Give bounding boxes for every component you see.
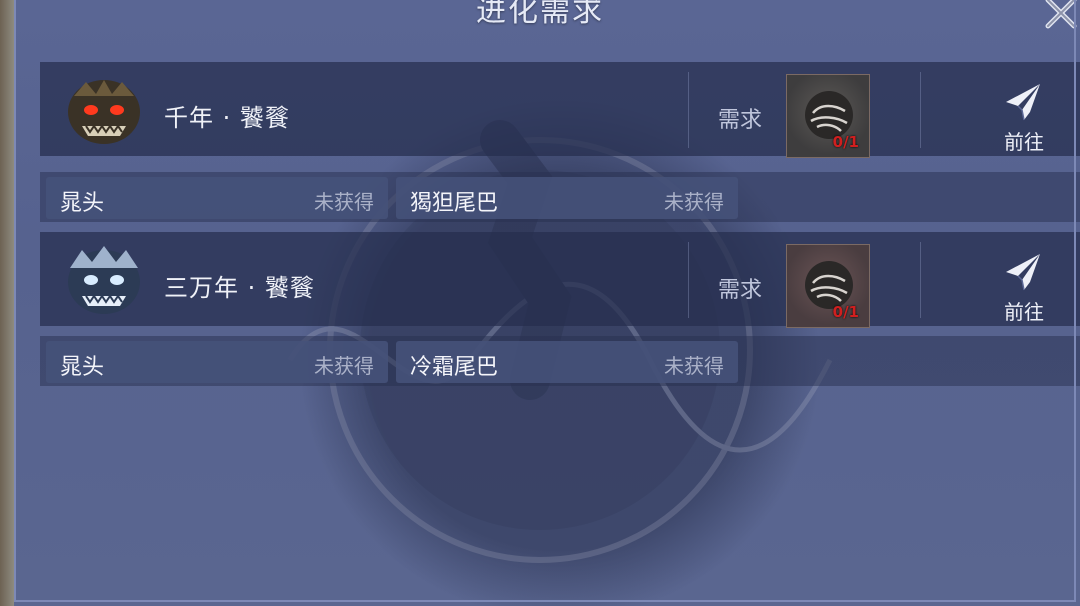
goto-label: 前往 <box>1004 130 1044 154</box>
part-status: 未获得 <box>314 354 374 378</box>
part-status: 未获得 <box>314 190 374 214</box>
part-chip: 晁头 未获得 <box>46 177 388 219</box>
divider <box>688 72 689 148</box>
part-name: 晁头 <box>60 355 105 380</box>
part-status: 未获得 <box>664 354 724 378</box>
requirement-name: 三万年 · 饕餮 <box>164 274 315 302</box>
part-chip: 晁头 未获得 <box>46 341 388 383</box>
taotie-blue-icon <box>68 246 140 314</box>
need-label: 需求 <box>718 278 763 303</box>
required-item-slot[interactable]: 0/1 <box>786 244 870 328</box>
left-edge-decoration <box>0 0 14 606</box>
part-name: 猲狚尾巴 <box>410 191 499 216</box>
part-chip: 猲狚尾巴 未获得 <box>396 177 738 219</box>
need-label: 需求 <box>718 108 763 133</box>
part-chip: 冷霜尾巴 未获得 <box>396 341 738 383</box>
panel-title: 进化需求 <box>476 0 604 29</box>
close-icon <box>1045 0 1077 29</box>
goto-label: 前往 <box>1004 300 1044 324</box>
requirement-name: 千年 · 饕餮 <box>164 104 290 132</box>
divider <box>920 72 921 148</box>
required-item-slot[interactable]: 0/1 <box>786 74 870 158</box>
paper-plane-icon <box>1006 254 1040 291</box>
divider <box>920 242 921 318</box>
requirement-row: 千年 · 饕餮 需求 0/1 前往 <box>40 62 1080 158</box>
close-button[interactable] <box>1040 0 1080 34</box>
part-name: 晁头 <box>60 191 105 216</box>
taotie-red-icon <box>68 80 140 144</box>
evolution-requirements-panel: 进化需求 千年 · 饕餮 需求 0/1 前往 晁头 未获得 猲狚尾巴 未获得 三… <box>0 0 1080 606</box>
goto-button[interactable]: 前往 <box>980 252 1068 324</box>
requirement-row: 三万年 · 饕餮 需求 0/1 前往 <box>40 232 1080 328</box>
paper-plane-icon <box>1006 84 1040 121</box>
item-count: 0/1 <box>832 303 859 321</box>
divider <box>688 242 689 318</box>
item-count: 0/1 <box>832 133 859 151</box>
part-status: 未获得 <box>664 190 724 214</box>
part-name: 冷霜尾巴 <box>410 355 499 380</box>
goto-button[interactable]: 前往 <box>980 82 1068 154</box>
